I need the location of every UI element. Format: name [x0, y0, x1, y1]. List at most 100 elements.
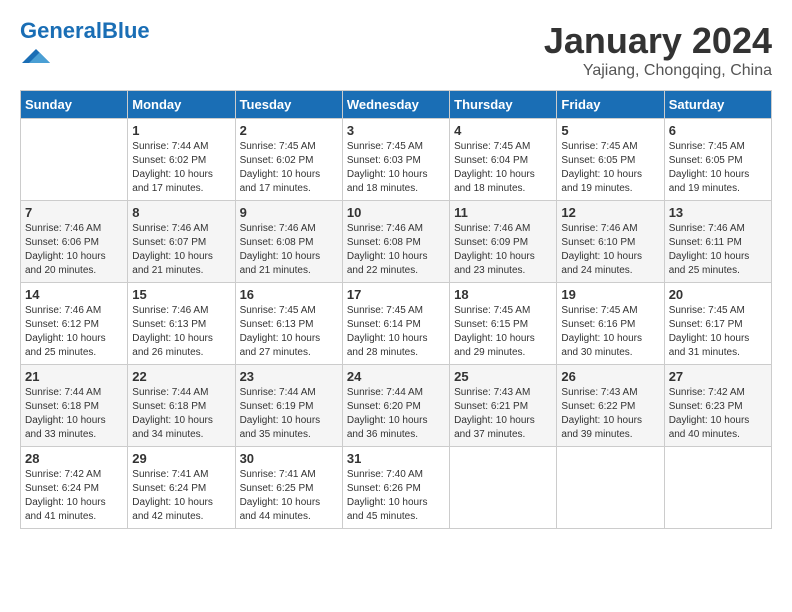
- column-header-monday: Monday: [128, 91, 235, 119]
- day-info: Sunrise: 7:44 AMSunset: 6:20 PMDaylight:…: [347, 386, 445, 442]
- calendar-cell: 25 Sunrise: 7:43 AMSunset: 6:21 PMDayligh…: [450, 365, 557, 447]
- day-info: Sunrise: 7:46 AMSunset: 6:08 PMDaylight:…: [240, 222, 338, 278]
- calendar-cell: 24 Sunrise: 7:44 AMSunset: 6:20 PMDayligh…: [342, 365, 449, 447]
- day-number: 16: [240, 287, 338, 302]
- column-header-wednesday: Wednesday: [342, 91, 449, 119]
- day-info: Sunrise: 7:43 AMSunset: 6:21 PMDaylight:…: [454, 386, 552, 442]
- calendar-cell: 4Sunrise: 7:45 AMSunset: 6:04 PMDaylight…: [450, 119, 557, 201]
- calendar-cell: 10Sunrise: 7:46 AMSunset: 6:08 PMDayligh…: [342, 201, 449, 283]
- calendar-cell: 31Sunrise: 7:40 AMSunset: 6:26 PMDayligh…: [342, 447, 449, 529]
- logo-blue: Blue: [102, 18, 150, 43]
- day-info: Sunrise: 7:45 AMSunset: 6:03 PMDaylight:…: [347, 140, 445, 196]
- day-number: 3: [347, 123, 445, 138]
- day-info: Sunrise: 7:43 AMSunset: 6:22 PMDaylight:…: [561, 386, 659, 442]
- day-info: Sunrise: 7:46 AMSunset: 6:09 PMDaylight:…: [454, 222, 552, 278]
- day-number: 7: [25, 205, 123, 220]
- day-number: 26: [561, 369, 659, 384]
- day-number: 25: [454, 369, 552, 384]
- day-number: 28: [25, 451, 123, 466]
- day-number: 9: [240, 205, 338, 220]
- calendar-week-row: 21 Sunrise: 7:44 AMSunset: 6:18 PMDayligh…: [21, 365, 772, 447]
- day-number: 31: [347, 451, 445, 466]
- day-info: Sunrise: 7:41 AMSunset: 6:25 PMDaylight:…: [240, 468, 338, 524]
- day-number: 8: [132, 205, 230, 220]
- day-info: Sunrise: 7:46 AMSunset: 6:13 PMDaylight:…: [132, 304, 230, 360]
- day-number: 30: [240, 451, 338, 466]
- day-info: Sunrise: 7:46 AMSunset: 6:10 PMDaylight:…: [561, 222, 659, 278]
- day-number: 2: [240, 123, 338, 138]
- calendar-cell: 17 Sunrise: 7:45 AMSunset: 6:14 PMDayligh…: [342, 283, 449, 365]
- calendar-cell: 26 Sunrise: 7:43 AMSunset: 6:22 PMDayligh…: [557, 365, 664, 447]
- calendar-cell: 1Sunrise: 7:44 AMSunset: 6:02 PMDaylight…: [128, 119, 235, 201]
- calendar-table: SundayMondayTuesdayWednesdayThursdayFrid…: [20, 90, 772, 529]
- day-number: 6: [669, 123, 767, 138]
- calendar-week-row: 7 Sunrise: 7:46 AMSunset: 6:06 PMDaylight…: [21, 201, 772, 283]
- logo: GeneralBlue: [20, 20, 150, 75]
- calendar-cell: 23Sunrise: 7:44 AMSunset: 6:19 PMDayligh…: [235, 365, 342, 447]
- calendar-week-row: 14 Sunrise: 7:46 AMSunset: 6:12 PMDayligh…: [21, 283, 772, 365]
- calendar-cell: 13Sunrise: 7:46 AMSunset: 6:11 PMDayligh…: [664, 201, 771, 283]
- calendar-cell: 29Sunrise: 7:41 AMSunset: 6:24 PMDayligh…: [128, 447, 235, 529]
- calendar-cell: 16Sunrise: 7:45 AMSunset: 6:13 PMDayligh…: [235, 283, 342, 365]
- day-info: Sunrise: 7:45 AMSunset: 6:17 PMDaylight:…: [669, 304, 767, 360]
- column-header-thursday: Thursday: [450, 91, 557, 119]
- day-info: Sunrise: 7:45 AMSunset: 6:14 PMDaylight:…: [347, 304, 445, 360]
- calendar-cell: 11Sunrise: 7:46 AMSunset: 6:09 PMDayligh…: [450, 201, 557, 283]
- calendar-cell: 20 Sunrise: 7:45 AMSunset: 6:17 PMDayligh…: [664, 283, 771, 365]
- calendar-cell: 19 Sunrise: 7:45 AMSunset: 6:16 PMDayligh…: [557, 283, 664, 365]
- day-info: Sunrise: 7:42 AMSunset: 6:23 PMDaylight:…: [669, 386, 767, 442]
- calendar-cell: 30 Sunrise: 7:41 AMSunset: 6:25 PMDayligh…: [235, 447, 342, 529]
- calendar-cell: 12 Sunrise: 7:46 AMSunset: 6:10 PMDayligh…: [557, 201, 664, 283]
- calendar-cell: 5 Sunrise: 7:45 AMSunset: 6:05 PMDaylight…: [557, 119, 664, 201]
- calendar-cell: 15 Sunrise: 7:46 AMSunset: 6:13 PMDayligh…: [128, 283, 235, 365]
- day-number: 27: [669, 369, 767, 384]
- logo-icon: [22, 42, 50, 70]
- day-info: Sunrise: 7:46 AMSunset: 6:08 PMDaylight:…: [347, 222, 445, 278]
- column-header-friday: Friday: [557, 91, 664, 119]
- column-header-sunday: Sunday: [21, 91, 128, 119]
- calendar-cell: 3 Sunrise: 7:45 AMSunset: 6:03 PMDaylight…: [342, 119, 449, 201]
- calendar-cell: 28 Sunrise: 7:42 AMSunset: 6:24 PMDayligh…: [21, 447, 128, 529]
- day-info: Sunrise: 7:45 AMSunset: 6:05 PMDaylight:…: [669, 140, 767, 196]
- day-info: Sunrise: 7:44 AMSunset: 6:02 PMDaylight:…: [132, 140, 230, 196]
- column-header-saturday: Saturday: [664, 91, 771, 119]
- calendar-cell: [557, 447, 664, 529]
- title-block: January 2024 Yajiang, Chongqing, China: [544, 20, 772, 80]
- day-number: 12: [561, 205, 659, 220]
- day-info: Sunrise: 7:44 AMSunset: 6:18 PMDaylight:…: [132, 386, 230, 442]
- day-info: Sunrise: 7:45 AMSunset: 6:05 PMDaylight:…: [561, 140, 659, 196]
- day-number: 22: [132, 369, 230, 384]
- calendar-cell: [450, 447, 557, 529]
- day-info: Sunrise: 7:46 AMSunset: 6:12 PMDaylight:…: [25, 304, 123, 360]
- calendar-cell: 14 Sunrise: 7:46 AMSunset: 6:12 PMDayligh…: [21, 283, 128, 365]
- day-number: 20: [669, 287, 767, 302]
- calendar-cell: 18 Sunrise: 7:45 AMSunset: 6:15 PMDayligh…: [450, 283, 557, 365]
- calendar-cell: 8 Sunrise: 7:46 AMSunset: 6:07 PMDaylight…: [128, 201, 235, 283]
- day-number: 19: [561, 287, 659, 302]
- day-number: 5: [561, 123, 659, 138]
- calendar-cell: 21 Sunrise: 7:44 AMSunset: 6:18 PMDayligh…: [21, 365, 128, 447]
- day-info: Sunrise: 7:46 AMSunset: 6:06 PMDaylight:…: [25, 222, 123, 278]
- day-number: 24: [347, 369, 445, 384]
- main-title: January 2024: [544, 20, 772, 62]
- calendar-week-row: 28 Sunrise: 7:42 AMSunset: 6:24 PMDayligh…: [21, 447, 772, 529]
- day-info: Sunrise: 7:46 AMSunset: 6:07 PMDaylight:…: [132, 222, 230, 278]
- day-info: Sunrise: 7:45 AMSunset: 6:02 PMDaylight:…: [240, 140, 338, 196]
- day-info: Sunrise: 7:44 AMSunset: 6:19 PMDaylight:…: [240, 386, 338, 442]
- calendar-week-row: 1Sunrise: 7:44 AMSunset: 6:02 PMDaylight…: [21, 119, 772, 201]
- logo-text: GeneralBlue: [20, 20, 150, 42]
- day-info: Sunrise: 7:45 AMSunset: 6:15 PMDaylight:…: [454, 304, 552, 360]
- subtitle: Yajiang, Chongqing, China: [544, 62, 772, 80]
- day-info: Sunrise: 7:45 AMSunset: 6:16 PMDaylight:…: [561, 304, 659, 360]
- day-info: Sunrise: 7:44 AMSunset: 6:18 PMDaylight:…: [25, 386, 123, 442]
- day-number: 15: [132, 287, 230, 302]
- day-number: 18: [454, 287, 552, 302]
- day-number: 21: [25, 369, 123, 384]
- calendar-cell: 6 Sunrise: 7:45 AMSunset: 6:05 PMDaylight…: [664, 119, 771, 201]
- page-header: GeneralBlue January 2024 Yajiang, Chongq…: [20, 20, 772, 80]
- calendar-cell: 22 Sunrise: 7:44 AMSunset: 6:18 PMDayligh…: [128, 365, 235, 447]
- day-number: 14: [25, 287, 123, 302]
- logo-general: General: [20, 18, 102, 43]
- day-info: Sunrise: 7:42 AMSunset: 6:24 PMDaylight:…: [25, 468, 123, 524]
- day-number: 17: [347, 287, 445, 302]
